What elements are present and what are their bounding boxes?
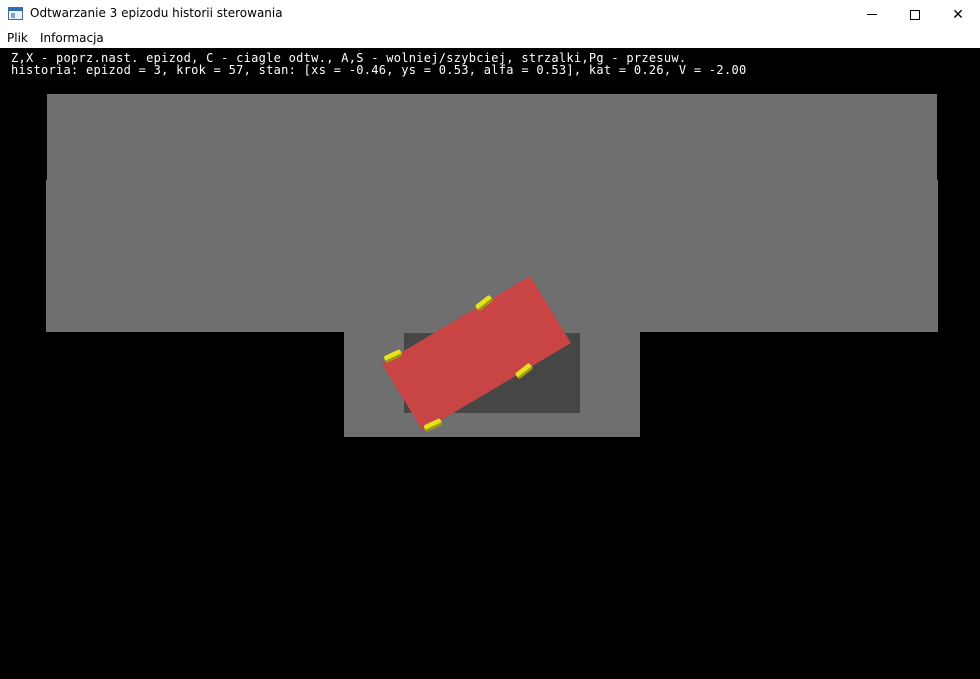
app-window-icon (8, 7, 23, 20)
menu-item-plik[interactable]: Plik (7, 31, 28, 45)
menu-bar: Plik Informacja (0, 29, 980, 48)
simulation-canvas[interactable]: Z,X - poprz.nast. epizod, C - ciagle odt… (0, 48, 980, 679)
maximize-button[interactable] (892, 0, 938, 29)
window-title: Odtwarzanie 3 epizodu historii sterowani… (30, 6, 283, 20)
maximize-icon (910, 9, 920, 20)
car-body (382, 276, 571, 431)
car-layer (382, 276, 571, 432)
title-bar: Odtwarzanie 3 epizodu historii sterowani… (0, 0, 980, 29)
minimize-icon (867, 14, 877, 15)
history-status-text: historia: epizod = 3, krok = 57, stan: [… (11, 63, 747, 77)
menu-item-informacja[interactable]: Informacja (40, 31, 104, 45)
close-button[interactable]: ✕ (935, 0, 980, 29)
close-icon: ✕ (952, 6, 964, 23)
minimize-button[interactable] (849, 0, 895, 29)
